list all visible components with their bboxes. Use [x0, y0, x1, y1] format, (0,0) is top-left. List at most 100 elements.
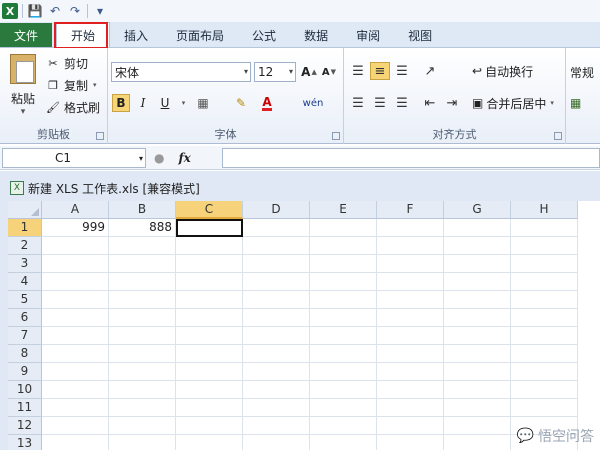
- cell-a1[interactable]: 999: [42, 219, 109, 237]
- dialog-launcher-icon[interactable]: [554, 132, 562, 140]
- format-painter-button[interactable]: 🖌 格式刷: [46, 98, 100, 116]
- cell-d4[interactable]: [243, 273, 310, 291]
- cell-a8[interactable]: [42, 345, 109, 363]
- chevron-down-icon[interactable]: ▾: [6, 107, 40, 117]
- cell-h7[interactable]: [511, 327, 578, 345]
- cell-b1[interactable]: 888: [109, 219, 176, 237]
- cell-g8[interactable]: [444, 345, 511, 363]
- borders-icon[interactable]: ▦: [194, 94, 212, 112]
- column-header-b[interactable]: B: [109, 201, 176, 219]
- bold-button[interactable]: B: [112, 94, 130, 112]
- cell-d12[interactable]: [243, 417, 310, 435]
- cell-a13[interactable]: [42, 435, 109, 450]
- cell-c3[interactable]: [176, 255, 243, 273]
- underline-button[interactable]: U: [156, 94, 174, 112]
- row-header-4[interactable]: 4: [8, 273, 42, 291]
- cell-a2[interactable]: [42, 237, 109, 255]
- cell-e10[interactable]: [310, 381, 377, 399]
- cell-f10[interactable]: [377, 381, 444, 399]
- cell-e8[interactable]: [310, 345, 377, 363]
- cell-e4[interactable]: [310, 273, 377, 291]
- tab-formulas[interactable]: 公式: [238, 23, 290, 47]
- cell-b9[interactable]: [109, 363, 176, 381]
- cell-e9[interactable]: [310, 363, 377, 381]
- cell-h2[interactable]: [511, 237, 578, 255]
- align-middle-icon[interactable]: ≡: [370, 62, 390, 80]
- cell-h3[interactable]: [511, 255, 578, 273]
- insert-function-button[interactable]: fx: [178, 151, 190, 165]
- cell-c7[interactable]: [176, 327, 243, 345]
- cell-f5[interactable]: [377, 291, 444, 309]
- cell-d1[interactable]: [243, 219, 310, 237]
- cell-g4[interactable]: [444, 273, 511, 291]
- cell-b7[interactable]: [109, 327, 176, 345]
- cell-h11[interactable]: [511, 399, 578, 417]
- phonetic-button[interactable]: wén: [298, 94, 328, 112]
- cell-c2[interactable]: [176, 237, 243, 255]
- formula-input[interactable]: [222, 148, 600, 168]
- cell-f9[interactable]: [377, 363, 444, 381]
- cell-d11[interactable]: [243, 399, 310, 417]
- cell-e6[interactable]: [310, 309, 377, 327]
- tab-review[interactable]: 审阅: [342, 23, 394, 47]
- font-name-select[interactable]: 宋体 ▾: [111, 62, 251, 82]
- cell-c5[interactable]: [176, 291, 243, 309]
- cell-e7[interactable]: [310, 327, 377, 345]
- cell-b8[interactable]: [109, 345, 176, 363]
- cell-h9[interactable]: [511, 363, 578, 381]
- paste-button[interactable]: 粘贴 ▾: [6, 54, 40, 124]
- cell-b10[interactable]: [109, 381, 176, 399]
- cell-b6[interactable]: [109, 309, 176, 327]
- row-header-2[interactable]: 2: [8, 237, 42, 255]
- column-header-a[interactable]: A: [42, 201, 109, 219]
- row-header-11[interactable]: 11: [8, 399, 42, 417]
- cell-d13[interactable]: [243, 435, 310, 450]
- cell-a10[interactable]: [42, 381, 109, 399]
- font-size-select[interactable]: 12 ▾: [254, 62, 296, 82]
- cell-d8[interactable]: [243, 345, 310, 363]
- row-header-8[interactable]: 8: [8, 345, 42, 363]
- cell-e5[interactable]: [310, 291, 377, 309]
- cell-h10[interactable]: [511, 381, 578, 399]
- redo-icon[interactable]: ↷: [67, 3, 83, 19]
- cell-c6[interactable]: [176, 309, 243, 327]
- cell-d10[interactable]: [243, 381, 310, 399]
- cell-f4[interactable]: [377, 273, 444, 291]
- cell-f7[interactable]: [377, 327, 444, 345]
- align-left-icon[interactable]: ☰: [348, 94, 368, 112]
- cell-b11[interactable]: [109, 399, 176, 417]
- cell-f11[interactable]: [377, 399, 444, 417]
- cell-c8[interactable]: [176, 345, 243, 363]
- cell-b2[interactable]: [109, 237, 176, 255]
- cell-a4[interactable]: [42, 273, 109, 291]
- tab-home[interactable]: 开始: [56, 22, 111, 47]
- italic-button[interactable]: I: [134, 94, 152, 112]
- cell-e3[interactable]: [310, 255, 377, 273]
- name-box[interactable]: C1 ▾: [2, 148, 146, 168]
- row-header-13[interactable]: 13: [8, 435, 42, 450]
- column-header-g[interactable]: G: [444, 201, 511, 219]
- increase-indent-icon[interactable]: ⇥: [442, 94, 462, 112]
- cell-b5[interactable]: [109, 291, 176, 309]
- cell-h8[interactable]: [511, 345, 578, 363]
- cell-c1[interactable]: [176, 219, 243, 237]
- currency-icon[interactable]: ▦: [570, 96, 581, 110]
- column-header-e[interactable]: E: [310, 201, 377, 219]
- cell-e13[interactable]: [310, 435, 377, 450]
- copy-button[interactable]: ❐ 复制 ▾: [46, 76, 96, 94]
- cell-g9[interactable]: [444, 363, 511, 381]
- tab-page-layout[interactable]: 页面布局: [162, 23, 238, 47]
- decrease-indent-icon[interactable]: ⇤: [420, 94, 440, 112]
- row-header-12[interactable]: 12: [8, 417, 42, 435]
- wrap-text-button[interactable]: ↩ 自动换行: [472, 62, 533, 80]
- cell-f3[interactable]: [377, 255, 444, 273]
- cell-f12[interactable]: [377, 417, 444, 435]
- row-header-6[interactable]: 6: [8, 309, 42, 327]
- cell-g7[interactable]: [444, 327, 511, 345]
- cell-e2[interactable]: [310, 237, 377, 255]
- shrink-font-button[interactable]: A ▼: [320, 63, 338, 81]
- cell-g6[interactable]: [444, 309, 511, 327]
- column-header-d[interactable]: D: [243, 201, 310, 219]
- font-color-button[interactable]: A: [258, 94, 276, 112]
- cell-a9[interactable]: [42, 363, 109, 381]
